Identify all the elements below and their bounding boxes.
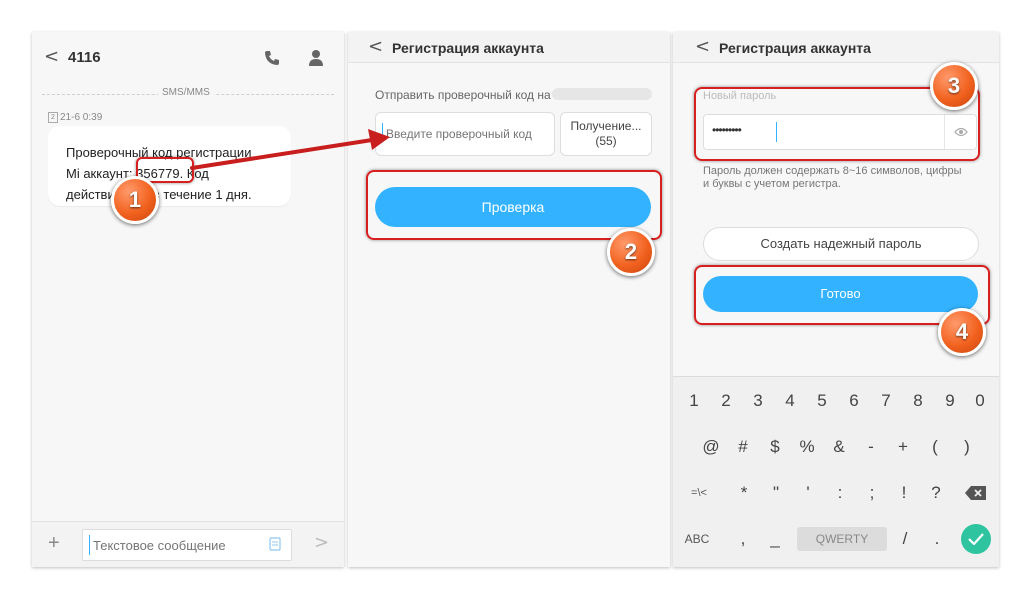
step-badge-2: 2 (607, 228, 655, 276)
step-badge-4: 4 (938, 308, 986, 356)
step-badge-1: 1 (111, 176, 159, 224)
step-badge-3: 3 (930, 62, 978, 110)
arrow-annotation (190, 129, 390, 170)
